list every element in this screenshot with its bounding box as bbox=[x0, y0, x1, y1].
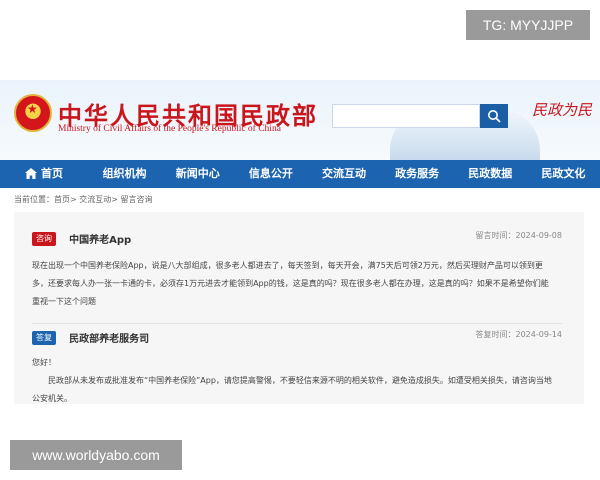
nav-item-culture[interactable]: 民政文化 bbox=[527, 160, 600, 188]
national-emblem-icon[interactable] bbox=[14, 94, 52, 132]
question-block: 咨询 中国养老App 留言时间：2024-09-08 现在出现一个中国养老保险A… bbox=[32, 228, 562, 311]
question-body: 现在出现一个中国养老保险App，说是八大部组成，很多老人都进去了，每天签到，每天… bbox=[32, 261, 549, 306]
search-button[interactable] bbox=[480, 104, 508, 128]
reply-time: 答复时间：2024-09-14 bbox=[475, 330, 563, 339]
nav-item-interaction[interactable]: 交流互动 bbox=[307, 160, 380, 188]
reply-department: 民政部养老服务司 bbox=[69, 334, 150, 345]
calligraphy-slogan: 民政为民 bbox=[532, 101, 593, 119]
site-subtitle: Ministry of Civil Affairs of the People'… bbox=[58, 124, 281, 134]
nav-item-disclosure[interactable]: 信息公开 bbox=[234, 160, 307, 188]
nav-item-services[interactable]: 政务服务 bbox=[381, 160, 454, 188]
reply-body: 民政部从未发布或批准发布“中国养老保险”App，请您提高警惕，不要轻信来源不明的… bbox=[32, 376, 552, 403]
search-input[interactable] bbox=[332, 104, 480, 128]
site-header: 中华人民共和国民政部 Ministry of Civil Affairs of … bbox=[0, 80, 600, 160]
question-time: 留言时间：2024-09-08 bbox=[475, 231, 563, 240]
home-icon bbox=[25, 168, 37, 179]
nav-item-home[interactable]: 首页 bbox=[0, 160, 88, 188]
main-nav: 首页 组织机构 新闻中心 信息公开 交流互动 政务服务 民政数据 民政文化 bbox=[0, 160, 600, 188]
watermark-bottom: www.worldyabo.com bbox=[10, 440, 182, 470]
nav-item-organization[interactable]: 组织机构 bbox=[88, 160, 161, 188]
question-badge: 咨询 bbox=[32, 231, 56, 246]
search-icon bbox=[488, 110, 501, 123]
nav-item-label: 首页 bbox=[41, 167, 63, 180]
nav-item-data[interactable]: 民政数据 bbox=[454, 160, 527, 188]
nav-item-news[interactable]: 新闻中心 bbox=[161, 160, 234, 188]
watermark-top: TG: MYYJJPP bbox=[466, 10, 590, 40]
divider bbox=[32, 323, 562, 324]
breadcrumb[interactable]: 当前位置：首页> 交流互动> 留言咨询 bbox=[14, 194, 153, 205]
reply-badge: 答复 bbox=[32, 330, 56, 345]
reply-greeting: 您好！ bbox=[32, 358, 56, 367]
reply-block: 答复 民政部养老服务司 答复时间：2024-09-14 您好！ 民政部从未发布或… bbox=[32, 327, 562, 408]
question-title: 中国养老App bbox=[69, 235, 132, 246]
